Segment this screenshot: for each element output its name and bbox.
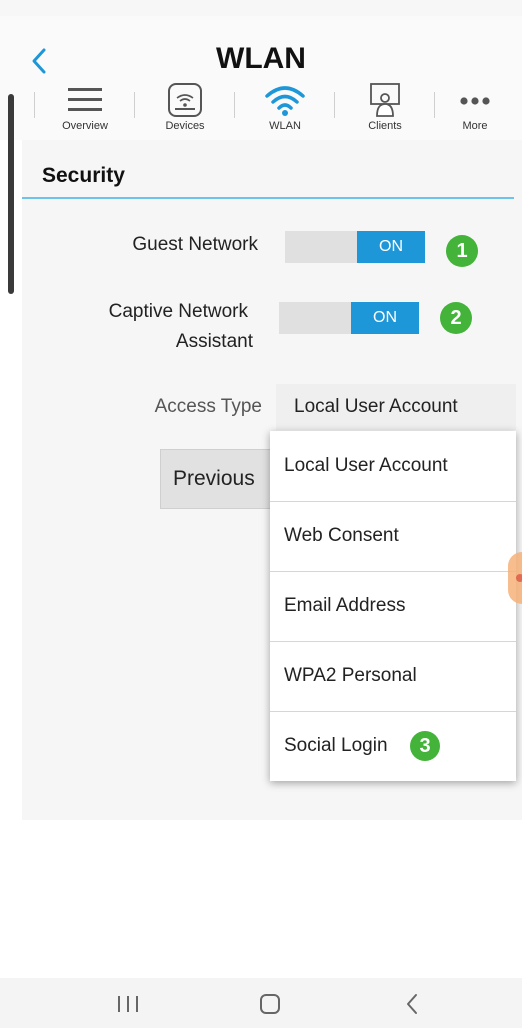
access-type-select[interactable]: Local User Account <box>276 384 516 430</box>
menu-icon <box>68 88 102 111</box>
app-header: WLAN <box>0 16 522 78</box>
recent-apps-icon[interactable] <box>98 978 158 1028</box>
tab-clients[interactable]: Clients <box>335 78 435 140</box>
router-icon <box>168 83 202 117</box>
captive-assistant-label-line1: Captive Network <box>108 301 248 322</box>
home-icon[interactable] <box>240 978 300 1028</box>
option-social-login[interactable]: Social Login <box>270 711 516 781</box>
clients-icon <box>370 83 400 117</box>
step-badge: 1 <box>446 235 478 267</box>
tab-label: Overview <box>62 120 108 132</box>
access-type-label: Access Type <box>154 396 262 417</box>
step-badge: 2 <box>440 302 472 334</box>
captive-assistant-toggle[interactable]: ON <box>279 302 419 334</box>
touch-indicator <box>508 552 522 604</box>
tab-devices[interactable]: Devices <box>135 78 235 140</box>
tab-overview[interactable]: Overview <box>35 78 135 140</box>
page-title: WLAN <box>216 42 306 75</box>
wifi-icon <box>265 86 305 116</box>
status-strip <box>0 0 522 16</box>
tab-label: Clients <box>368 120 402 132</box>
captive-assistant-label-line2: Assistant <box>175 331 253 352</box>
tab-bar: Overview Devices WLAN Clients More <box>0 78 522 140</box>
section-title: Security <box>42 164 125 187</box>
option-label: Social Login <box>284 735 388 756</box>
option-wpa2-personal[interactable]: WPA2 Personal <box>270 641 516 711</box>
tab-more[interactable]: More <box>430 78 520 140</box>
guest-network-toggle[interactable]: ON <box>285 231 425 263</box>
section-divider <box>22 197 514 199</box>
tab-label: Devices <box>165 120 205 132</box>
option-local-user-account[interactable]: Local User Account <box>270 431 516 501</box>
back-nav-icon[interactable] <box>382 978 442 1028</box>
tab-wlan[interactable]: WLAN <box>235 78 335 140</box>
guest-network-label: Guest Network <box>132 234 258 255</box>
access-type-dropdown: Local User Account Web Consent Email Add… <box>270 431 516 781</box>
option-email-address[interactable]: Email Address <box>270 571 516 641</box>
tab-label: More <box>462 120 488 132</box>
toggle-state: ON <box>357 231 425 263</box>
toggle-state: ON <box>351 302 419 334</box>
option-web-consent[interactable]: Web Consent <box>270 501 516 571</box>
more-icon <box>460 97 490 105</box>
drawer-handle[interactable] <box>8 94 14 294</box>
tab-label: WLAN <box>269 120 301 132</box>
system-nav-bar <box>0 978 522 1028</box>
step-badge: 3 <box>410 731 440 761</box>
